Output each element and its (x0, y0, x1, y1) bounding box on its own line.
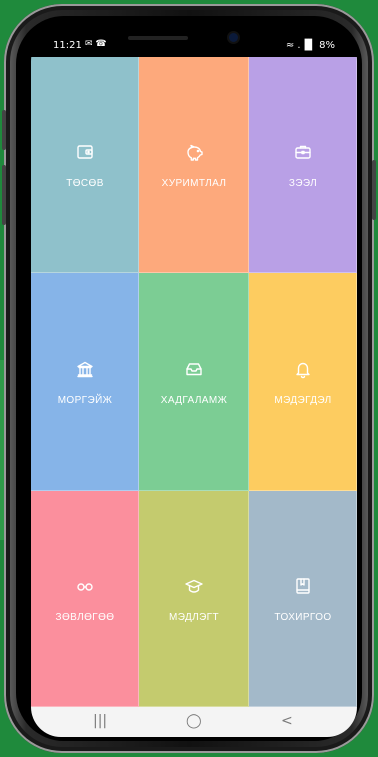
tile-advice[interactable]: ЗӨВЛӨГӨӨ (31, 491, 139, 707)
earpiece-speaker (128, 36, 188, 40)
back-button[interactable]: < (281, 713, 293, 729)
notification-icons: ✉ ☎ (85, 39, 107, 49)
tile-knowledge[interactable]: МЭДЛЭГТ (139, 491, 249, 707)
tile-mortgage[interactable]: МОРГЭЙЖ (31, 273, 139, 491)
tile-budget[interactable]: ТӨСӨВ (31, 57, 139, 273)
android-nav-bar: ||| ◯ < (31, 707, 357, 737)
inbox-icon (186, 362, 202, 375)
tile-label: ТӨСӨВ (66, 177, 104, 189)
phone-notch (109, 31, 279, 53)
graduation-cap-icon (185, 579, 203, 593)
power-button (372, 160, 376, 220)
tile-label: МЭДЛЭГТ (168, 611, 220, 623)
wallet-icon (77, 144, 93, 159)
volume-button (2, 165, 6, 225)
recents-button[interactable]: ||| (93, 713, 107, 729)
tile-label: МЭДЭГДЭЛ (274, 394, 332, 406)
bank-icon (77, 361, 93, 377)
tile-notifications[interactable]: МЭДЭГДЭЛ (249, 273, 357, 491)
status-time: 11:21 (53, 40, 82, 51)
book-icon (296, 577, 310, 594)
tile-label: ЗӨВЛӨГӨӨ (55, 611, 115, 623)
tile-label: МОРГЭЙЖ (57, 394, 113, 406)
glasses-icon (77, 582, 93, 591)
tile-label: ТОХИРГОО (274, 611, 332, 623)
volume-button (2, 110, 6, 150)
menu-grid: ТӨСӨВ ХУРИМТЛАЛ ЗЭЭЛ МОРГЭЙЖ ХАДГАЛАМЖ М… (31, 57, 357, 707)
tile-label: ХУРИМТЛАЛ (161, 177, 227, 189)
briefcase-icon (295, 145, 311, 159)
piggy-bank-icon (187, 144, 203, 161)
tile-label: ЗЭЭЛ (288, 177, 318, 189)
status-battery-signal: ≈ .▐▌ 8% (285, 40, 335, 51)
tile-label: ХАДГАЛАМЖ (160, 394, 228, 406)
tile-settings[interactable]: ТОХИРГОО (249, 491, 357, 707)
phone-screen: 11:21 ✉ ☎ ≈ .▐▌ 8% ТӨСӨВ ХУРИМТЛАЛ ЗЭЭЛ … (31, 31, 357, 737)
tile-loan[interactable]: ЗЭЭЛ (249, 57, 357, 273)
tile-deposit[interactable]: ХАДГАЛАМЖ (139, 273, 249, 491)
bell-icon (296, 362, 310, 378)
tile-savings[interactable]: ХУРИМТЛАЛ (139, 57, 249, 273)
front-camera (229, 33, 238, 42)
home-button[interactable]: ◯ (186, 713, 202, 729)
